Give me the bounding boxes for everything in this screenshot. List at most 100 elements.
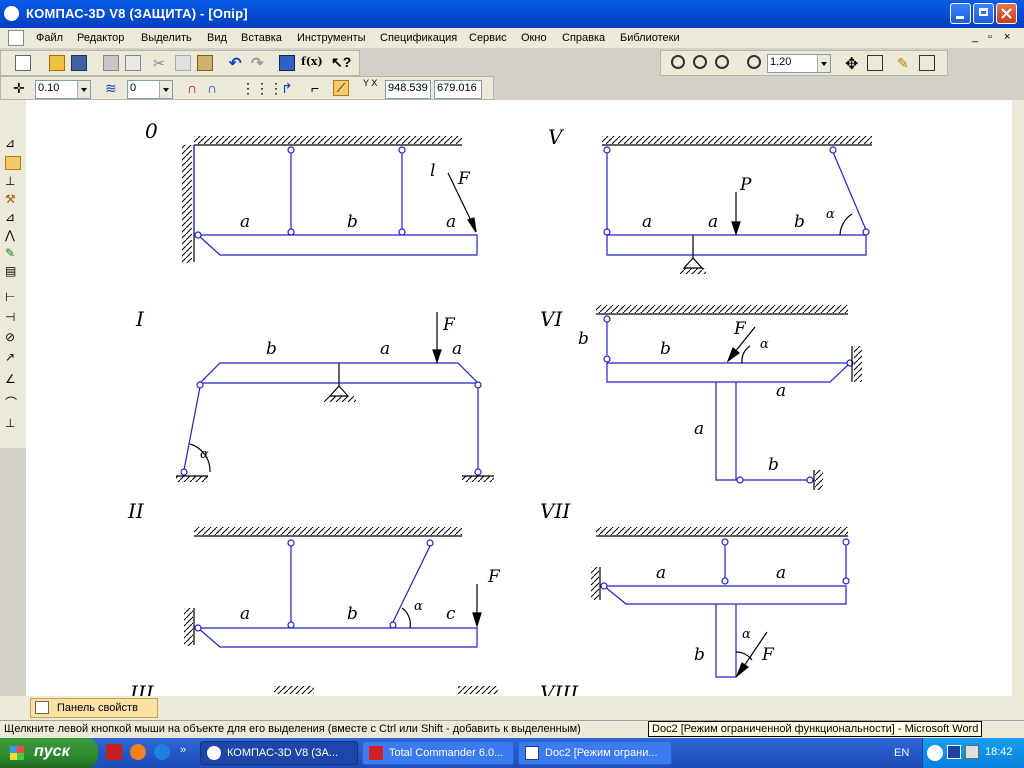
label-F: F bbox=[761, 645, 775, 665]
dimensions-icon[interactable]: ⊥ bbox=[5, 174, 21, 188]
scheme-numeral-VIII: VIII bbox=[540, 681, 579, 696]
arc-dim-icon[interactable]: ⌒ bbox=[5, 394, 21, 410]
height-dim-icon[interactable]: ⊥ bbox=[5, 416, 21, 430]
total-commander-icon bbox=[369, 746, 383, 760]
linear-dim-icon[interactable]: ⊢ bbox=[5, 290, 21, 304]
task-word[interactable]: Doc2 [Режим ограни... bbox=[518, 741, 672, 765]
print-icon[interactable] bbox=[103, 55, 119, 71]
task-word-label: Doc2 [Режим ограни... bbox=[545, 747, 658, 759]
menu-specification[interactable]: Спецификация bbox=[380, 32, 457, 44]
tray-expand-icon[interactable] bbox=[927, 745, 943, 761]
language-indicator[interactable]: EN bbox=[894, 747, 909, 759]
layers-icon[interactable]: ≋ bbox=[105, 80, 121, 96]
hammer-icon[interactable]: ⚒ bbox=[5, 192, 21, 206]
doc-minimize-button[interactable]: _ bbox=[972, 31, 978, 43]
vertical-scrollbar[interactable] bbox=[1012, 100, 1024, 696]
menu-service[interactable]: Сервис bbox=[469, 32, 507, 44]
menu-tools[interactable]: Инструменты bbox=[297, 32, 366, 44]
menu-insert[interactable]: Вставка bbox=[241, 32, 282, 44]
measure-icon[interactable]: ✎ bbox=[5, 246, 21, 260]
label-a: a bbox=[240, 212, 250, 232]
start-button[interactable]: пуск bbox=[0, 738, 98, 768]
grid-icon[interactable]: ⋮⋮⋮ bbox=[241, 80, 283, 96]
copy-icon[interactable] bbox=[175, 55, 191, 71]
new-file-icon[interactable] bbox=[15, 55, 31, 71]
local-snap-icon[interactable]: ∩ bbox=[207, 80, 223, 96]
manager-icon[interactable] bbox=[279, 55, 295, 71]
symbols-icon[interactable]: ⊿ bbox=[5, 210, 21, 224]
label-a: a bbox=[446, 212, 456, 232]
document-icon[interactable] bbox=[8, 30, 24, 46]
properties-panel-tab[interactable]: Панель свойств bbox=[30, 698, 158, 718]
drawing-canvas[interactable]: 0 V I VI II VII III VIII a b a l F a a b… bbox=[26, 100, 1012, 696]
step-dropdown[interactable] bbox=[77, 81, 90, 98]
quicklaunch-more-icon[interactable]: » bbox=[180, 744, 186, 756]
tray-kompas-icon[interactable] bbox=[947, 745, 961, 759]
round-icon[interactable]: ⟋ bbox=[333, 80, 349, 96]
show-all-icon[interactable] bbox=[867, 55, 883, 71]
state-toolbar: ✛ 0.10 ≋ 0 ∩ ∩ ⋮⋮⋮ ↱ ⌐ ⟋ Y X 948.539 679… bbox=[0, 76, 494, 100]
minimize-button[interactable] bbox=[950, 3, 971, 24]
tray-network-icon[interactable] bbox=[965, 745, 979, 759]
label-alpha: α bbox=[760, 337, 769, 352]
layer-dropdown[interactable] bbox=[159, 81, 172, 98]
paste-icon[interactable] bbox=[197, 55, 213, 71]
doc-restore-button[interactable]: ▫ bbox=[988, 31, 992, 43]
fx-icon[interactable]: f(x) bbox=[301, 55, 323, 71]
kompas-task-icon bbox=[207, 746, 221, 760]
save-icon[interactable] bbox=[71, 55, 87, 71]
redo-icon[interactable]: ↷ bbox=[251, 54, 267, 72]
angle-dim-icon[interactable]: ∠ bbox=[5, 372, 21, 386]
scheme-II bbox=[184, 527, 482, 648]
start-label: пуск bbox=[34, 743, 70, 760]
coord-x-field[interactable]: 948.539 bbox=[385, 80, 431, 99]
zoom-scale-dropdown[interactable] bbox=[817, 55, 830, 72]
pan-icon[interactable]: ✥ bbox=[845, 54, 861, 73]
undo-icon[interactable]: ↶ bbox=[229, 54, 245, 72]
cut-icon[interactable]: ✂ bbox=[153, 55, 169, 71]
radius-dim-icon[interactable]: ↗ bbox=[5, 350, 21, 364]
parametrize-icon[interactable]: ⋀ bbox=[5, 228, 21, 242]
close-button[interactable] bbox=[996, 3, 1017, 24]
menu-window[interactable]: Окно bbox=[521, 32, 547, 44]
menu-select[interactable]: Выделить bbox=[141, 32, 192, 44]
open-folder-icon[interactable] bbox=[49, 55, 65, 71]
menu-edit[interactable]: Редактор bbox=[77, 32, 124, 44]
edit-icon[interactable] bbox=[5, 156, 21, 170]
local-cs-icon[interactable]: ↱ bbox=[281, 80, 297, 96]
preview-icon[interactable] bbox=[125, 55, 141, 71]
maximize-button[interactable] bbox=[973, 3, 994, 24]
refresh-icon[interactable]: ✎ bbox=[897, 55, 913, 71]
menu-help[interactable]: Справка bbox=[562, 32, 605, 44]
geometry-icon[interactable]: ⊿ bbox=[5, 136, 21, 150]
menu-view[interactable]: Вид bbox=[207, 32, 227, 44]
quicklaunch-firefox-icon[interactable] bbox=[130, 744, 146, 760]
help-pointer-icon[interactable]: ↖? bbox=[331, 54, 351, 70]
label-alpha: α bbox=[742, 627, 751, 642]
scheme-III-partial bbox=[274, 686, 498, 694]
display-icon[interactable] bbox=[919, 55, 935, 71]
task-total-commander[interactable]: Total Commander 6.0... bbox=[362, 741, 514, 765]
zoom-window-icon[interactable] bbox=[671, 55, 685, 69]
label-a: a bbox=[380, 339, 390, 359]
scheme-numeral-0: 0 bbox=[145, 119, 158, 143]
menu-file[interactable]: Файл bbox=[36, 32, 63, 44]
zoom-in-icon[interactable] bbox=[693, 55, 707, 69]
horizontal-dim-icon[interactable]: ⊣ bbox=[5, 310, 21, 324]
zoom-out-icon[interactable] bbox=[715, 55, 729, 69]
scheme-I bbox=[176, 312, 494, 482]
coord-y-field[interactable]: 679.016 bbox=[434, 80, 482, 99]
spec-icon[interactable]: ▤ bbox=[5, 264, 21, 278]
diameter-dim-icon[interactable]: ⊘ bbox=[5, 330, 21, 344]
quicklaunch-kompas-icon[interactable] bbox=[106, 744, 122, 760]
doc-close-button[interactable]: × bbox=[1004, 31, 1010, 43]
label-b: b bbox=[347, 212, 358, 232]
ortho-icon[interactable]: ⌐ bbox=[311, 80, 327, 96]
step-cursor-icon[interactable]: ✛ bbox=[13, 80, 29, 96]
label-P: P bbox=[739, 175, 752, 195]
magnet-icon[interactable]: ∩ bbox=[187, 80, 203, 96]
task-kompas[interactable]: КОМПАС-3D V8 (ЗА... bbox=[200, 741, 358, 765]
quicklaunch-ie-icon[interactable] bbox=[154, 744, 170, 760]
zoom-scale-icon[interactable] bbox=[747, 55, 761, 69]
menu-libraries[interactable]: Библиотеки bbox=[620, 32, 680, 44]
